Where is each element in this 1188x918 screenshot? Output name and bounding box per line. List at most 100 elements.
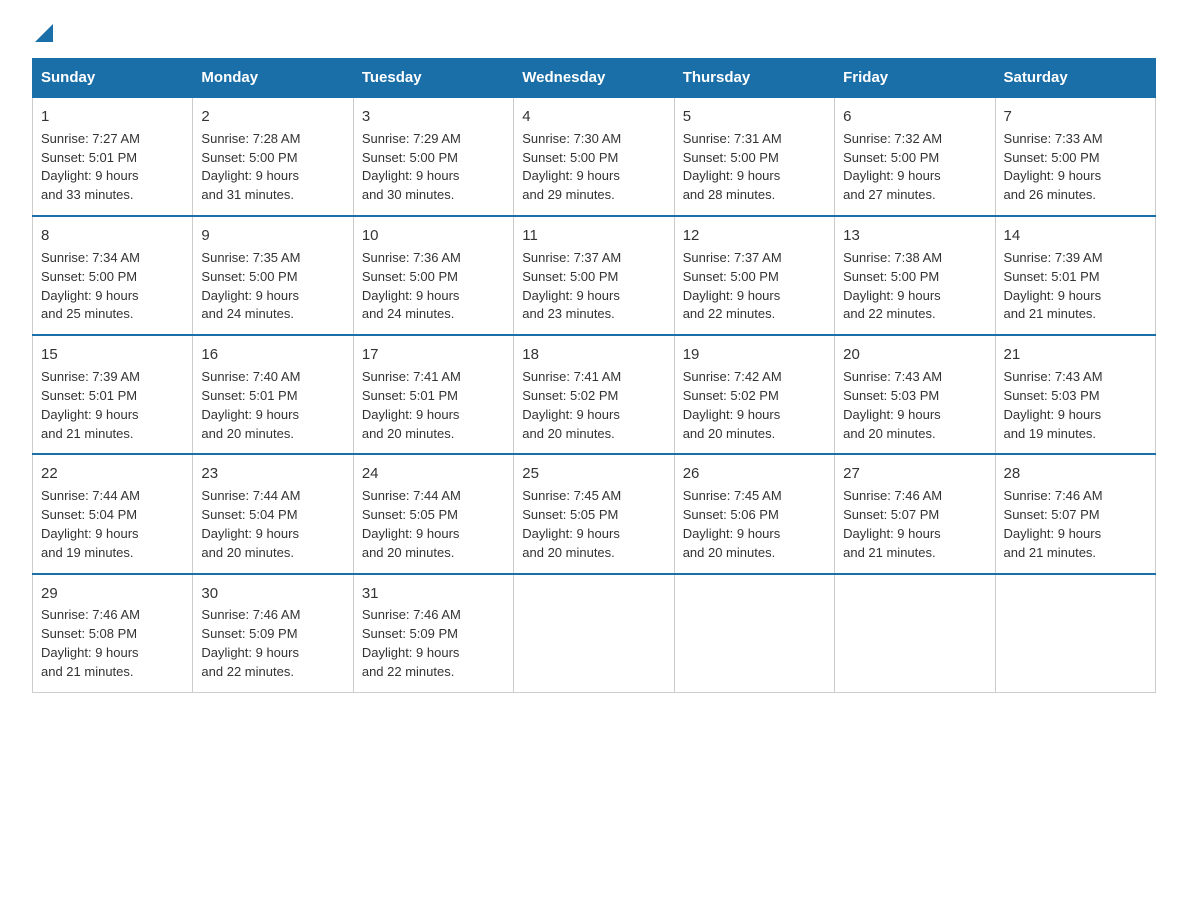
day-info-line: Daylight: 9 hours	[1004, 407, 1102, 422]
day-number: 27	[843, 463, 986, 485]
day-number: 8	[41, 225, 184, 247]
day-number: 11	[522, 225, 665, 247]
day-info: Sunrise: 7:41 AM Sunset: 5:01 PM Daylight:…	[362, 368, 505, 443]
col-header-monday: Monday	[193, 59, 353, 98]
day-info-line: Sunset: 5:01 PM	[1004, 269, 1100, 284]
calendar-cell: 10Sunrise: 7:36 AMSunset: 5:00 PMDayligh…	[353, 216, 513, 335]
day-info-line: Sunrise: 7:36 AM	[362, 250, 461, 265]
calendar-cell: 11Sunrise: 7:37 AMSunset: 5:00 PMDayligh…	[514, 216, 674, 335]
day-info-line: Sunset: 5:09 PM	[201, 626, 297, 641]
day-info-line: and 20 minutes.	[362, 426, 455, 441]
day-info-line: Sunset: 5:03 PM	[1004, 388, 1100, 403]
day-info: Sunrise: 7:46 AMSunset: 5:07 PMDaylight:…	[1004, 487, 1147, 562]
day-info-line: Daylight: 9 hours	[201, 645, 299, 660]
day-number: 21	[1004, 344, 1147, 366]
day-info-line: and 27 minutes.	[843, 187, 936, 202]
day-info-line: Sunset: 5:00 PM	[522, 150, 618, 165]
day-info-line: and 21 minutes.	[843, 545, 936, 560]
day-info-line: Sunrise: 7:35 AM	[201, 250, 300, 265]
day-info-line: Daylight: 9 hours	[362, 407, 460, 422]
calendar-cell: 19Sunrise: 7:42 AMSunset: 5:02 PMDayligh…	[674, 335, 834, 454]
day-info: Sunrise: 7:30 AM Sunset: 5:00 PM Daylight:…	[522, 130, 665, 205]
day-info-line: Daylight: 9 hours	[362, 645, 460, 660]
day-info-line: Sunset: 5:02 PM	[522, 388, 618, 403]
day-info-line: Sunset: 5:00 PM	[41, 269, 137, 284]
day-info-line: Daylight: 9 hours	[843, 407, 941, 422]
day-info-line: and 21 minutes.	[41, 664, 134, 679]
calendar-cell: 4Sunrise: 7:30 AMSunset: 5:00 PMDaylight…	[514, 97, 674, 216]
day-info-line: Sunset: 5:00 PM	[843, 150, 939, 165]
day-info-line: Sunset: 5:00 PM	[362, 150, 458, 165]
day-info-line: Sunrise: 7:46 AM	[41, 607, 140, 622]
day-info-line: and 21 minutes.	[1004, 545, 1097, 560]
calendar-cell: 28Sunrise: 7:46 AMSunset: 5:07 PMDayligh…	[995, 454, 1155, 573]
day-info-line: Daylight: 9 hours	[362, 526, 460, 541]
day-info: Sunrise: 7:46 AMSunset: 5:09 PMDaylight:…	[362, 606, 505, 681]
day-info-line: Sunrise: 7:31 AM	[683, 131, 782, 146]
calendar-week-row: 15Sunrise: 7:39 AMSunset: 5:01 PMDayligh…	[33, 335, 1156, 454]
day-info-line: Daylight: 9 hours	[41, 407, 139, 422]
day-info-line: Daylight: 9 hours	[522, 526, 620, 541]
day-info-line: and 20 minutes.	[683, 545, 776, 560]
calendar-cell: 20Sunrise: 7:43 AMSunset: 5:03 PMDayligh…	[835, 335, 995, 454]
day-info-line: and 20 minutes.	[201, 545, 294, 560]
calendar-cell: 22Sunrise: 7:44 AMSunset: 5:04 PMDayligh…	[33, 454, 193, 573]
day-info: Sunrise: 7:43 AMSunset: 5:03 PMDaylight:…	[1004, 368, 1147, 443]
day-info-line: Sunset: 5:00 PM	[201, 150, 297, 165]
day-info-line: Sunset: 5:00 PM	[362, 269, 458, 284]
day-info-line: Sunset: 5:00 PM	[201, 269, 297, 284]
day-info-line: Daylight: 9 hours	[201, 288, 299, 303]
calendar-cell: 26Sunrise: 7:45 AMSunset: 5:06 PMDayligh…	[674, 454, 834, 573]
day-info-line: Daylight: 9 hours	[41, 645, 139, 660]
day-number: 3	[362, 106, 505, 128]
day-info: Sunrise: 7:33 AMSunset: 5:00 PMDaylight:…	[1004, 130, 1147, 205]
day-info-line: and 20 minutes.	[362, 545, 455, 560]
day-info-line: Sunset: 5:01 PM	[362, 388, 458, 403]
day-info: Sunrise: 7:44 AMSunset: 5:05 PMDaylight:…	[362, 487, 505, 562]
day-info-line: Daylight: 9 hours	[522, 288, 620, 303]
calendar-cell: 24Sunrise: 7:44 AMSunset: 5:05 PMDayligh…	[353, 454, 513, 573]
calendar-week-row: 1Sunrise: 7:27 AMSunset: 5:01 PMDaylight…	[33, 97, 1156, 216]
day-number: 2	[201, 106, 344, 128]
day-info-line: Sunset: 5:02 PM	[683, 388, 779, 403]
day-info-line: Sunrise: 7:45 AM	[522, 488, 621, 503]
calendar-week-row: 29Sunrise: 7:46 AMSunset: 5:08 PMDayligh…	[33, 574, 1156, 693]
day-info: Sunrise: 7:44 AMSunset: 5:04 PMDaylight:…	[41, 487, 184, 562]
day-number: 31	[362, 583, 505, 605]
day-info-line: Daylight: 9 hours	[683, 526, 781, 541]
day-info-line: and 19 minutes.	[1004, 426, 1097, 441]
day-info-line: Sunrise: 7:41 AM	[362, 369, 461, 384]
day-info: Sunrise: 7:32 AMSunset: 5:00 PMDaylight:…	[843, 130, 986, 205]
day-info-line: and 22 minutes.	[843, 306, 936, 321]
day-info-line: Daylight: 9 hours	[201, 526, 299, 541]
calendar-header-row: SundayMondayTuesdayWednesdayThursdayFrid…	[33, 59, 1156, 98]
col-header-thursday: Thursday	[674, 59, 834, 98]
day-info-line: Sunset: 5:01 PM	[41, 150, 137, 165]
day-number: 25	[522, 463, 665, 485]
day-info: Sunrise: 7:43 AMSunset: 5:03 PMDaylight:…	[843, 368, 986, 443]
day-number: 16	[201, 344, 344, 366]
day-info-line: Sunset: 5:09 PM	[362, 626, 458, 641]
day-info-line: Daylight: 9 hours	[1004, 168, 1102, 183]
day-info-line: Daylight: 9 hours	[41, 168, 139, 183]
day-info-line: Daylight: 9 hours	[522, 168, 620, 183]
day-info-line: Sunrise: 7:27 AM	[41, 131, 140, 146]
calendar-cell: 17Sunrise: 7:41 AMSunset: 5:01 PMDayligh…	[353, 335, 513, 454]
day-info-line: and 29 minutes.	[522, 187, 615, 202]
calendar-cell: 27Sunrise: 7:46 AMSunset: 5:07 PMDayligh…	[835, 454, 995, 573]
day-info-line: and 21 minutes.	[1004, 306, 1097, 321]
calendar-week-row: 22Sunrise: 7:44 AMSunset: 5:04 PMDayligh…	[33, 454, 1156, 573]
day-number: 12	[683, 225, 826, 247]
col-header-wednesday: Wednesday	[514, 59, 674, 98]
day-info-line: Sunrise: 7:29 AM	[362, 131, 461, 146]
day-number: 14	[1004, 225, 1147, 247]
day-info-line: Sunrise: 7:30 AM	[522, 131, 621, 146]
day-number: 22	[41, 463, 184, 485]
day-info-line: Sunset: 5:03 PM	[843, 388, 939, 403]
day-info-line: Sunset: 5:06 PM	[683, 507, 779, 522]
calendar-cell: 30Sunrise: 7:46 AMSunset: 5:09 PMDayligh…	[193, 574, 353, 693]
calendar-cell: 2Sunrise: 7:28 AMSunset: 5:00 PMDaylight…	[193, 97, 353, 216]
day-number: 13	[843, 225, 986, 247]
day-info-line: Sunrise: 7:38 AM	[843, 250, 942, 265]
day-info-line: Daylight: 9 hours	[201, 407, 299, 422]
